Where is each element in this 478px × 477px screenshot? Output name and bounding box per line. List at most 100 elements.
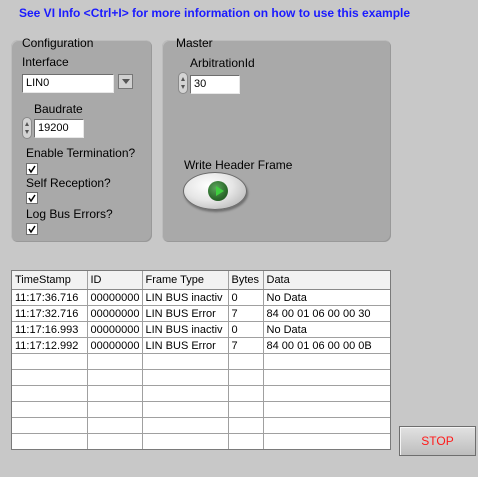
configuration-title: Configuration bbox=[22, 36, 94, 50]
table-row-empty[interactable] bbox=[12, 353, 390, 370]
table-cell: LIN BUS inactiv bbox=[142, 289, 229, 306]
table-cell: 84 00 01 06 00 00 0B bbox=[263, 337, 390, 354]
table-row-empty[interactable] bbox=[12, 369, 390, 386]
stop-button[interactable]: STOP bbox=[399, 426, 476, 456]
self-reception-checkbox[interactable] bbox=[26, 192, 38, 204]
table-cell bbox=[87, 401, 143, 418]
table-cell bbox=[228, 385, 264, 402]
checkmark-icon bbox=[28, 194, 36, 203]
table-cell bbox=[12, 353, 88, 370]
frames-table[interactable]: TimeStamp ID Frame Type Bytes Data 11:17… bbox=[11, 270, 391, 450]
table-cell bbox=[12, 401, 88, 418]
table-cell bbox=[12, 433, 88, 449]
decrement-icon bbox=[25, 130, 29, 134]
self-reception-label: Self Reception? bbox=[26, 176, 111, 190]
table-cell: 7 bbox=[228, 337, 264, 354]
frames-table-body: 11:17:36.716 00000000 LIN BUS inactiv 0 No D… bbox=[12, 289, 390, 449]
table-cell bbox=[87, 353, 143, 370]
table-cell bbox=[12, 417, 88, 434]
table-cell: No Data bbox=[263, 289, 390, 306]
write-header-frame-label: Write Header Frame bbox=[184, 158, 293, 172]
table-cell bbox=[87, 385, 143, 402]
frames-grid: TimeStamp ID Frame Type Bytes Data 11:17… bbox=[12, 271, 390, 449]
table-cell bbox=[263, 433, 390, 449]
table-cell: 11:17:16.993 bbox=[12, 321, 88, 338]
column-header-bytes[interactable]: Bytes bbox=[228, 271, 264, 290]
table-row[interactable]: 11:17:32.716 00000000 LIN BUS Error 7 84 00 … bbox=[12, 305, 390, 322]
log-bus-errors-label: Log Bus Errors? bbox=[26, 207, 113, 221]
baudrate-label: Baudrate bbox=[34, 102, 83, 116]
table-cell: 0 bbox=[228, 289, 264, 306]
table-row-empty[interactable] bbox=[12, 433, 390, 449]
checkmark-icon bbox=[28, 225, 36, 234]
table-cell bbox=[228, 417, 264, 434]
arbitration-id-input[interactable]: 30 bbox=[190, 75, 240, 94]
table-header-row: TimeStamp ID Frame Type Bytes Data bbox=[12, 271, 390, 290]
table-cell bbox=[263, 353, 390, 370]
checkmark-icon bbox=[28, 165, 36, 174]
table-row-empty[interactable] bbox=[12, 401, 390, 418]
table-row[interactable]: 11:17:12.992 00000000 LIN BUS Error 7 84 00 … bbox=[12, 337, 390, 354]
table-cell bbox=[87, 433, 143, 449]
column-header-data[interactable]: Data bbox=[263, 271, 390, 290]
table-cell: 00000000 bbox=[87, 289, 143, 306]
table-cell bbox=[228, 401, 264, 418]
chevron-down-icon bbox=[122, 79, 130, 84]
table-cell bbox=[228, 433, 264, 449]
table-cell bbox=[142, 433, 229, 449]
table-cell bbox=[142, 353, 229, 370]
arbitration-id-spinner[interactable] bbox=[178, 72, 188, 94]
table-cell: No Data bbox=[263, 321, 390, 338]
table-cell bbox=[87, 369, 143, 386]
table-cell: 11:17:36.716 bbox=[12, 289, 88, 306]
table-cell bbox=[142, 385, 229, 402]
table-cell: LIN BUS Error bbox=[142, 337, 229, 354]
write-header-frame-button[interactable] bbox=[183, 172, 247, 210]
play-led-icon bbox=[208, 181, 228, 201]
table-cell: 0 bbox=[228, 321, 264, 338]
decrement-icon bbox=[181, 85, 185, 89]
interface-select[interactable]: LIN0 bbox=[22, 74, 114, 93]
enable-termination-label: Enable Termination? bbox=[26, 146, 136, 160]
baudrate-spinner[interactable] bbox=[22, 117, 32, 139]
table-cell bbox=[228, 353, 264, 370]
master-title: Master bbox=[176, 36, 213, 50]
table-cell bbox=[228, 369, 264, 386]
table-cell bbox=[263, 385, 390, 402]
increment-icon bbox=[25, 122, 29, 126]
table-cell: 00000000 bbox=[87, 321, 143, 338]
table-cell: 11:17:12.992 bbox=[12, 337, 88, 354]
table-cell bbox=[263, 417, 390, 434]
table-cell bbox=[142, 401, 229, 418]
table-row-empty[interactable] bbox=[12, 385, 390, 402]
table-cell bbox=[263, 369, 390, 386]
table-cell: 00000000 bbox=[87, 305, 143, 322]
table-cell bbox=[142, 369, 229, 386]
table-cell bbox=[263, 401, 390, 418]
table-cell bbox=[12, 385, 88, 402]
interface-dropdown-button[interactable] bbox=[118, 74, 133, 89]
table-row[interactable]: 11:17:16.993 00000000 LIN BUS inactiv 0 No D… bbox=[12, 321, 390, 338]
enable-termination-checkbox[interactable] bbox=[26, 163, 38, 175]
table-cell bbox=[12, 369, 88, 386]
interface-label: Interface bbox=[22, 55, 69, 69]
table-cell: 11:17:32.716 bbox=[12, 305, 88, 322]
table-cell bbox=[142, 417, 229, 434]
baudrate-input[interactable]: 19200 bbox=[34, 119, 84, 138]
table-row-empty[interactable] bbox=[12, 417, 390, 434]
master-panel bbox=[162, 40, 391, 242]
column-header-frame-type[interactable]: Frame Type bbox=[142, 271, 229, 290]
table-row[interactable]: 11:17:36.716 00000000 LIN BUS inactiv 0 No D… bbox=[12, 289, 390, 306]
table-cell: 00000000 bbox=[87, 337, 143, 354]
column-header-timestamp[interactable]: TimeStamp bbox=[12, 271, 88, 290]
column-header-id[interactable]: ID bbox=[87, 271, 143, 290]
table-cell: LIN BUS Error bbox=[142, 305, 229, 322]
table-cell bbox=[87, 417, 143, 434]
table-cell: 84 00 01 06 00 00 30 bbox=[263, 305, 390, 322]
increment-icon bbox=[181, 77, 185, 81]
log-bus-errors-checkbox[interactable] bbox=[26, 223, 38, 235]
table-cell: LIN BUS inactiv bbox=[142, 321, 229, 338]
vi-info-hint: See VI Info <Ctrl+I> for more informatio… bbox=[19, 6, 411, 20]
arbitration-id-label: ArbitrationId bbox=[190, 56, 255, 70]
table-cell: 7 bbox=[228, 305, 264, 322]
